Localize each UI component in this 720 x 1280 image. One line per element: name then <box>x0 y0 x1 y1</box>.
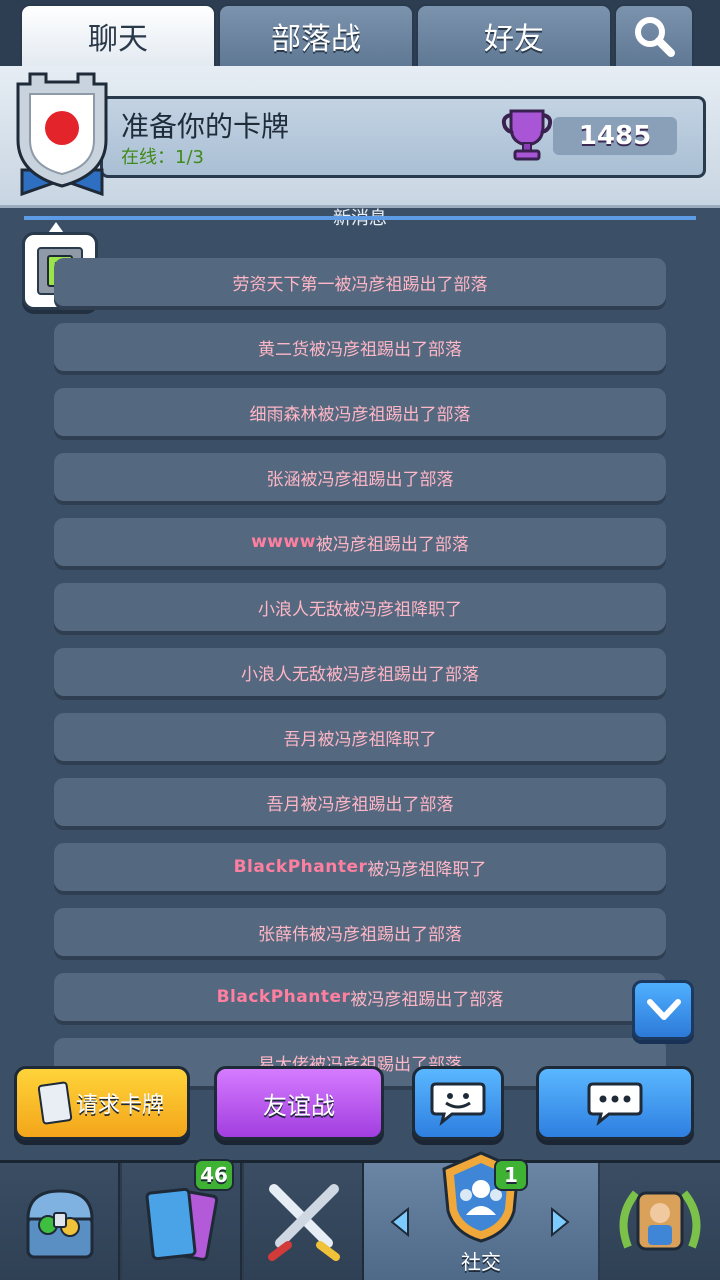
arrow-right-icon[interactable] <box>548 1207 572 1237</box>
bottom-nav: 46 1 社交 <box>0 1151 720 1280</box>
player-name: wwww <box>251 532 316 552</box>
clan-online-count: 在线：1/3 <box>121 147 204 168</box>
clan-banner[interactable]: 准备你的卡牌 在线：1/3 1485 <box>100 96 706 178</box>
player-name: BlackPhanter <box>216 987 351 1007</box>
trophy-icon <box>501 109 553 161</box>
chat-bubble-icon <box>587 1082 643 1126</box>
tab-clan-war[interactable]: 部落战 <box>218 4 414 66</box>
chat-message: 张涵被冯彦祖踢出了部落 <box>54 453 666 501</box>
nav-tournaments[interactable] <box>600 1163 720 1280</box>
message-text: 被冯彦祖踢出了部落 <box>315 534 469 555</box>
chat-message: wwww 被冯彦祖踢出了部落 <box>54 518 666 566</box>
player-name: BlackPhanter <box>233 857 368 877</box>
nav-social[interactable]: 1 社交 <box>364 1151 598 1280</box>
message-text: 被冯彦祖踢出了部落 <box>350 989 504 1010</box>
message-text: 劳资天下第一被冯彦祖踢出了部落 <box>232 274 488 295</box>
scroll-down-button[interactable] <box>632 980 694 1040</box>
clan-badge-icon[interactable] <box>14 70 110 198</box>
message-text: 张薛伟被冯彦祖踢出了部落 <box>258 924 462 945</box>
chat-message: 吾月被冯彦祖踢出了部落 <box>54 778 666 826</box>
search-icon <box>635 17 675 57</box>
chat-message: 劳资天下第一被冯彦祖踢出了部落 <box>54 258 666 306</box>
message-text: 细雨森林被冯彦祖踢出了部落 <box>249 404 471 425</box>
laurel-portrait-icon <box>619 1190 701 1251</box>
social-badge: 1 <box>494 1159 528 1191</box>
message-text: 被冯彦祖降职了 <box>367 859 487 880</box>
emote-button[interactable] <box>412 1066 504 1140</box>
tab-chat[interactable]: 聊天 <box>20 4 216 66</box>
crossed-swords-icon <box>268 1184 340 1261</box>
friendly-battle-button[interactable]: 友谊战 <box>214 1066 384 1140</box>
nav-cards[interactable]: 46 <box>122 1159 242 1280</box>
treasure-chest-icon <box>26 1189 94 1259</box>
card-icon <box>37 1081 73 1125</box>
message-text: 小浪人无敌被冯彦祖踢出了部落 <box>241 664 479 685</box>
chat-message: 细雨森林被冯彦祖踢出了部落 <box>54 388 666 436</box>
nav-battle[interactable] <box>244 1163 364 1280</box>
message-text: 小浪人无敌被冯彦祖降职了 <box>258 599 462 620</box>
request-cards-button[interactable]: 请求卡牌 <box>14 1066 190 1140</box>
nav-shop[interactable] <box>0 1163 120 1280</box>
chat-message: BlackPhanter 被冯彦祖踢出了部落 <box>54 973 666 1021</box>
message-text: 黄二货被冯彦祖踢出了部落 <box>258 339 462 360</box>
cards-badge: 46 <box>194 1159 234 1191</box>
chat-message: 小浪人无敌被冯彦祖降职了 <box>54 583 666 631</box>
chat-message: BlackPhanter 被冯彦祖降职了 <box>54 843 666 891</box>
nav-social-label: 社交 <box>461 1250 501 1274</box>
chat-button[interactable] <box>536 1066 694 1140</box>
chat-message: 吾月被冯彦祖降职了 <box>54 713 666 761</box>
message-text: 张涵被冯彦祖踢出了部落 <box>266 469 454 490</box>
top-tab-bar: 聊天 部落战 好友 <box>0 0 720 66</box>
new-messages-divider <box>24 216 696 220</box>
smiley-chat-icon <box>430 1082 486 1126</box>
tab-friends[interactable]: 好友 <box>416 4 612 66</box>
request-cards-label: 请求卡牌 <box>75 1093 164 1118</box>
clan-name: 准备你的卡牌 <box>121 110 290 143</box>
message-text: 吾月被冯彦祖踢出了部落 <box>266 794 454 815</box>
chat-message: 小浪人无敌被冯彦祖踢出了部落 <box>54 648 666 696</box>
friendly-battle-label: 友谊战 <box>263 1091 335 1120</box>
chevron-down-icon <box>647 999 681 1020</box>
chat-message: 张薛伟被冯彦祖踢出了部落 <box>54 908 666 956</box>
clan-trophy-count: 1485 <box>553 117 677 155</box>
arrow-left-icon[interactable] <box>388 1207 412 1237</box>
tab-search[interactable] <box>614 4 694 66</box>
message-text: 吾月被冯彦祖降职了 <box>283 729 437 750</box>
chat-message: 黄二货被冯彦祖踢出了部落 <box>54 323 666 371</box>
